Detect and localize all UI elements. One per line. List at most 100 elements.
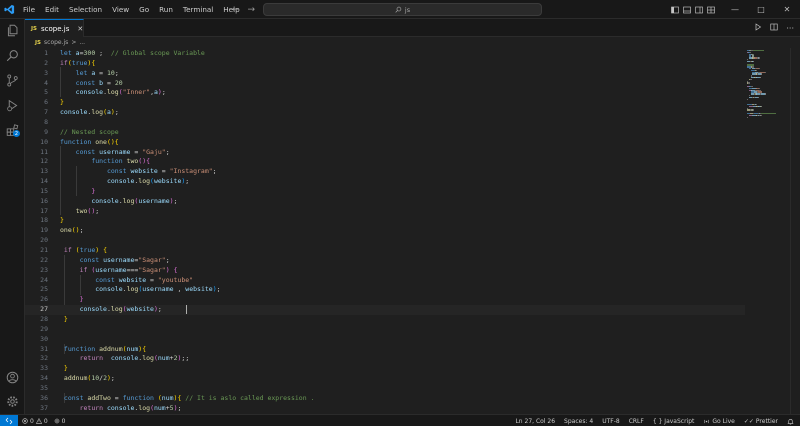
ports-indicator[interactable]: 0 bbox=[54, 418, 65, 425]
code-line[interactable]: 28 } bbox=[25, 315, 745, 325]
command-center-search[interactable]: js bbox=[263, 3, 542, 16]
code-line[interactable]: 37 return console.log(num+5); bbox=[25, 404, 745, 414]
code-line[interactable]: 26 } bbox=[25, 295, 745, 305]
maximize-icon[interactable]: □ bbox=[748, 0, 774, 19]
code-line[interactable]: 34 addnum(10/2); bbox=[25, 374, 745, 384]
explorer-icon[interactable] bbox=[0, 19, 25, 41]
line-number: 36 bbox=[40, 393, 48, 402]
code-line[interactable]: 32 return console.log(num+2);; bbox=[25, 354, 745, 364]
extensions-icon[interactable]: 2 bbox=[0, 119, 25, 141]
code-line[interactable]: 4 const b = 20 bbox=[25, 79, 745, 89]
toggle-secondary-sidebar-icon[interactable] bbox=[693, 0, 704, 19]
remote-indicator-icon[interactable] bbox=[0, 415, 18, 426]
line-number: 15 bbox=[40, 186, 48, 195]
line-number: 23 bbox=[40, 265, 48, 274]
code-line[interactable]: 24 const website = "youtube" bbox=[25, 276, 745, 286]
code-line[interactable]: 13 const website = "Instagram"; bbox=[25, 167, 745, 177]
line-text: console.log(a); bbox=[60, 108, 119, 117]
menu-terminal[interactable]: Terminal bbox=[178, 0, 218, 19]
split-editor-icon[interactable] bbox=[770, 23, 778, 33]
code-line[interactable]: 31 function addnum(num){ bbox=[25, 345, 745, 355]
customize-layout-icon[interactable] bbox=[705, 0, 716, 19]
code-line[interactable]: 9 // Nested scope bbox=[25, 128, 745, 138]
close-icon[interactable]: ✕ bbox=[77, 25, 83, 33]
menu-go[interactable]: Go bbox=[134, 0, 154, 19]
tab-scope-js[interactable]: JS scope.js ✕ bbox=[25, 19, 84, 37]
code-line[interactable]: 25 console.log(username , website); bbox=[25, 285, 745, 295]
line-text: console.log("Inner",a); bbox=[75, 88, 166, 97]
breadcrumb-separator: > bbox=[71, 39, 77, 46]
source-control-icon[interactable] bbox=[0, 69, 25, 91]
menu-edit[interactable]: Edit bbox=[40, 0, 64, 19]
code-line[interactable]: 29 bbox=[25, 325, 745, 335]
code-line[interactable]: 30 bbox=[25, 335, 745, 345]
code-line[interactable]: 22 const username="Sagar"; bbox=[25, 256, 745, 266]
run-file-icon[interactable] bbox=[754, 23, 762, 33]
menu-selection[interactable]: Selection bbox=[64, 0, 107, 19]
line-number: 20 bbox=[40, 236, 48, 245]
go-live-button[interactable]: Go Live bbox=[703, 418, 735, 425]
vertical-scrollbar[interactable] bbox=[790, 48, 800, 414]
check-icon: ✓✓ bbox=[743, 417, 754, 425]
line-number: 8 bbox=[44, 117, 48, 126]
bell-icon[interactable] bbox=[787, 418, 794, 425]
cursor-position[interactable]: Ln 27, Col 26 bbox=[515, 418, 555, 425]
line-number: 33 bbox=[40, 364, 48, 373]
code-editor[interactable]: 1 let a=300 ; // Global scope Variable 2 if… bbox=[25, 48, 745, 414]
manage-gear-icon[interactable] bbox=[0, 390, 25, 412]
warning-count: 0 bbox=[43, 417, 48, 425]
menu-run[interactable]: Run bbox=[154, 0, 178, 19]
code-line[interactable]: 27 console.log(website); bbox=[25, 305, 745, 315]
more-actions-icon[interactable]: ··· bbox=[786, 24, 794, 33]
code-line[interactable]: 6} bbox=[25, 98, 745, 108]
code-line[interactable]: 33 } bbox=[25, 364, 745, 374]
code-line[interactable]: 17 two(); bbox=[25, 207, 745, 217]
account-icon[interactable] bbox=[0, 366, 25, 388]
end-of-line[interactable]: CRLF bbox=[629, 418, 644, 425]
language-mode[interactable]: { } JavaScript bbox=[653, 418, 695, 425]
error-count: 0 bbox=[30, 417, 34, 425]
toggle-panel-icon[interactable] bbox=[681, 0, 692, 19]
close-window-icon[interactable]: ✕ bbox=[774, 0, 800, 19]
breadcrumb-file[interactable]: scope.js bbox=[44, 39, 68, 46]
run-debug-icon[interactable] bbox=[0, 94, 25, 116]
menu-file[interactable]: File bbox=[18, 0, 40, 19]
line-number: 2 bbox=[44, 58, 48, 67]
code-line[interactable]: 1 let a=300 ; // Global scope Variable bbox=[25, 49, 745, 59]
code-line[interactable]: 18} bbox=[25, 216, 745, 226]
code-line[interactable]: 23 if (username==="Sagar") { bbox=[25, 266, 745, 276]
search-icon[interactable] bbox=[0, 44, 25, 66]
code-line[interactable]: 21 if (true) { bbox=[25, 246, 745, 256]
prettier-label: Prettier bbox=[755, 417, 778, 425]
code-line[interactable]: 10 function one(){ bbox=[25, 138, 745, 148]
code-line[interactable]: 19 one(); bbox=[25, 226, 745, 236]
encoding[interactable]: UTF-8 bbox=[602, 418, 620, 425]
code-line[interactable]: 7 console.log(a); bbox=[25, 108, 745, 118]
code-line[interactable]: 20 bbox=[25, 236, 745, 246]
code-line[interactable]: 2 if(true){ bbox=[25, 59, 745, 69]
breadcrumb-symbols[interactable]: ... bbox=[79, 39, 85, 46]
line-number: 18 bbox=[40, 216, 48, 225]
indentation[interactable]: Spaces: 4 bbox=[564, 418, 593, 425]
code-line[interactable]: 15 } bbox=[25, 187, 745, 197]
prettier-indicator[interactable]: ✓✓ Prettier bbox=[744, 418, 778, 425]
code-line[interactable]: 8 bbox=[25, 118, 745, 128]
code-line[interactable]: 35 bbox=[25, 384, 745, 394]
code-line[interactable]: 5 console.log("Inner",a); bbox=[25, 88, 745, 98]
code-line[interactable]: 12 function two(){ bbox=[25, 157, 745, 167]
code-line[interactable]: 11 const username = "Gaju"; bbox=[25, 148, 745, 158]
line-text: } bbox=[91, 186, 96, 195]
code-line[interactable]: 14 console.log(website); bbox=[25, 177, 745, 187]
line-text: if(true){ bbox=[60, 58, 96, 67]
problems-indicator[interactable]: 0 0 bbox=[22, 418, 48, 425]
line-number: 16 bbox=[40, 196, 48, 205]
minimize-icon[interactable]: — bbox=[722, 0, 748, 19]
forward-arrow-icon[interactable]: → bbox=[248, 5, 256, 15]
minimap[interactable] bbox=[745, 48, 790, 414]
back-arrow-icon[interactable]: ← bbox=[232, 5, 240, 15]
menu-view[interactable]: View bbox=[107, 0, 134, 19]
toggle-primary-sidebar-icon[interactable] bbox=[669, 0, 680, 19]
code-line[interactable]: 36 const addTwo = function (num){ // It … bbox=[25, 394, 745, 404]
code-line[interactable]: 16 console.log(username); bbox=[25, 197, 745, 207]
code-line[interactable]: 3 let a = 10; bbox=[25, 69, 745, 79]
